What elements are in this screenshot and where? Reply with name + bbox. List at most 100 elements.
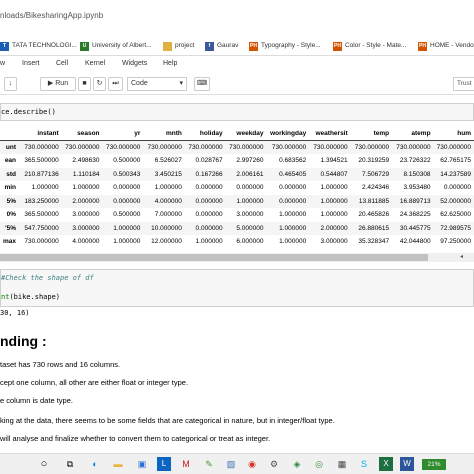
code-cell-describe[interactable]: ce.describe() (0, 103, 474, 121)
calculator-icon[interactable]: ▦ (335, 457, 349, 471)
chrome-icon[interactable]: ◉ (245, 457, 259, 471)
column-header: yr (102, 127, 144, 141)
fast-forward-icon: ⏭ (112, 80, 119, 87)
bookmark-typography[interactable]: PH Typography - Style... (249, 39, 321, 53)
move-down-button[interactable]: ↓ (4, 77, 17, 91)
table-cell: 730.000000 (61, 140, 103, 154)
mcafee-icon[interactable]: M (179, 457, 193, 471)
table-cell: 12.000000 (151, 238, 182, 246)
store-icon[interactable]: ▣ (135, 457, 149, 471)
linkedin-icon[interactable]: L (157, 457, 171, 471)
print-arg: (bike.shape) (9, 293, 61, 301)
file-explorer-icon[interactable]: ▬ (111, 457, 125, 471)
restart-icon: ↻ (96, 80, 103, 87)
table-cell: 210.877136 (19, 167, 62, 181)
table-cell: 0.544807 (309, 167, 351, 181)
row-index: '5% (0, 221, 20, 235)
chevron-down-icon: ▾ (179, 80, 183, 87)
table-row: std 210.877136 1.110184 0.500343 3.450215 0.1… (0, 167, 474, 181)
bookmark-color[interactable]: PH Color - Style - Mate... (333, 39, 406, 53)
table-cell: 2.997260 (236, 157, 264, 165)
code-text[interactable]: nt(bike.shape) (1, 293, 60, 301)
row-index: std (0, 167, 20, 181)
column-header: hum (433, 127, 474, 141)
trusted-indicator[interactable]: Trust (453, 77, 474, 91)
stop-icon: ■ (82, 80, 87, 87)
run-label: Run (55, 80, 69, 87)
table-cell: 3.000000 (61, 221, 103, 235)
table-row: min 1.000000 1.000000 0.000000 1.000000 0.000… (0, 181, 474, 195)
table-cell: 2.498630 (72, 157, 100, 165)
menu-help[interactable]: Help (163, 60, 177, 67)
edge-icon[interactable]: ◐ (88, 457, 102, 471)
run-button[interactable]: ▶ Run (40, 77, 76, 91)
cell-type-select[interactable]: Code ▾ (127, 77, 187, 91)
menu-kernel[interactable]: Kernel (85, 60, 105, 67)
battery-indicator[interactable]: 21% (422, 459, 446, 470)
app-icon[interactable]: ◎ (312, 457, 326, 471)
table-row: 5% 183.250000 2.000000 0.000000 4.000000 0.00… (0, 194, 474, 208)
table-cell: 730.000000 (309, 140, 351, 154)
bookmark-gaurav[interactable]: f Gaurav (205, 39, 238, 53)
task-view-icon[interactable]: ⧉ (63, 457, 77, 471)
column-header: weathersit (309, 127, 351, 141)
restart-run-all-button[interactable]: ⏭ (108, 77, 123, 91)
settings-icon[interactable]: ⚙ (267, 457, 281, 471)
table-cell: 730.000000 (433, 140, 474, 154)
cortana-icon[interactable]: ○ (37, 457, 51, 471)
bookmark-ualberta[interactable]: U University of Albert... (80, 39, 152, 53)
ph-icon: PH (418, 41, 427, 51)
ualberta-icon: U (80, 41, 89, 51)
column-header: temp (350, 127, 393, 141)
table-cell: 0.500343 (102, 167, 144, 181)
table-cell: 1.000000 (195, 238, 223, 246)
table-cell: 1.000000 (320, 184, 348, 192)
column-header: season (61, 127, 103, 141)
skype-icon[interactable]: S (357, 457, 371, 471)
comment-text: Check the shape of df (5, 274, 94, 282)
maps-icon[interactable]: ◈ (290, 457, 304, 471)
bookmark-label: HOME - Vendo (430, 42, 474, 49)
table-cell: 730.000000 (143, 140, 185, 154)
table-cell: 730.000000 (19, 140, 62, 154)
code-cell-shape[interactable]: #Check the shape of df nt(bike.shape) (0, 269, 474, 307)
code-text[interactable]: ce.describe() (1, 108, 56, 116)
browser-address-bar[interactable]: nloads/BikesharingApp.ipynb (0, 0, 474, 36)
excel-icon[interactable]: X (379, 457, 393, 471)
bookmark-tata[interactable]: T TATA TECHNOLOGI... (0, 39, 77, 53)
scrollbar-thumb[interactable] (0, 254, 428, 261)
photos-icon[interactable]: ▧ (224, 457, 238, 471)
table-cell: 1.000000 (102, 221, 144, 235)
table-cell: 1.110184 (61, 167, 103, 181)
bookmark-project[interactable]: project (163, 39, 195, 53)
table-cell: 0.000000 (184, 194, 226, 208)
interrupt-button[interactable]: ■ (78, 77, 91, 91)
markdown-line: will analyse and finalize whether to con… (0, 434, 271, 443)
url-text[interactable]: nloads/BikesharingApp.ipynb (0, 8, 103, 24)
table-cell: 5.000000 (225, 221, 267, 235)
table-cell: 547.750000 (19, 221, 62, 235)
app-icon[interactable]: ✎ (202, 457, 216, 471)
table-cell: 13.811885 (350, 194, 393, 208)
bookmark-home[interactable]: PH HOME - Vendo (418, 39, 474, 53)
command-palette-button[interactable]: ⌨ (194, 77, 210, 91)
scroll-left-icon[interactable]: ◂ (457, 253, 466, 262)
row-index: min (4, 184, 17, 192)
menu-insert[interactable]: Insert (22, 60, 40, 67)
menu-view[interactable]: w (0, 60, 5, 67)
word-icon[interactable]: W (400, 457, 414, 471)
horizontal-scrollbar[interactable]: ◂ (0, 253, 474, 262)
menu-widgets[interactable]: Widgets (122, 60, 147, 67)
table-cell: 20.465826 (358, 211, 390, 219)
table-cell: 3.000000 (320, 238, 348, 246)
menu-cell[interactable]: Cell (56, 60, 68, 67)
code-comment[interactable]: #Check the shape of df (1, 274, 94, 282)
row-index: unt (0, 140, 20, 154)
table-cell: 3.450215 (143, 167, 185, 181)
facebook-icon: f (205, 41, 214, 51)
table-cell: 730.000000 (102, 140, 144, 154)
column-header: weekday (225, 127, 267, 141)
restart-button[interactable]: ↻ (93, 77, 106, 91)
arrow-down-icon: ↓ (8, 80, 13, 87)
table-cell: 1.000000 (279, 238, 307, 246)
